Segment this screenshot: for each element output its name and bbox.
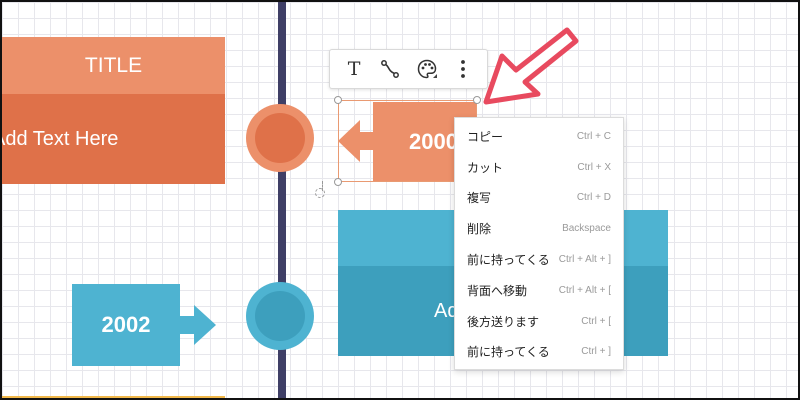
menu-item-label: コピー — [467, 129, 504, 144]
resize-handle-bottom-left[interactable] — [334, 178, 342, 186]
menu-item-shortcut: Ctrl + ] — [581, 346, 611, 358]
menu-item-duplicate[interactable]: 複写 Ctrl + D — [455, 183, 623, 214]
menu-item-shortcut: Ctrl + Alt + ] — [558, 254, 611, 266]
menu-item-shortcut: Ctrl + C — [576, 130, 611, 142]
menu-item-shortcut: Ctrl + Alt + [ — [558, 284, 611, 296]
yellow-card-edge[interactable] — [2, 396, 225, 398]
menu-item-bring-forward[interactable]: 前に持ってくる Ctrl + ] — [455, 337, 623, 368]
palette-icon — [417, 59, 437, 79]
menu-item-bring-to-front[interactable]: 前に持ってくる Ctrl + Alt + ] — [455, 244, 623, 275]
date-marker-second-arrow-head — [194, 305, 216, 345]
menu-item-send-to-back[interactable]: 背面へ移動 Ctrl + Alt + [ — [455, 275, 623, 306]
menu-item-label: 前に持ってくる — [467, 253, 550, 268]
timeline-node-blue[interactable] — [246, 282, 314, 350]
date-marker-second-text: 2002 — [101, 312, 151, 337]
menu-item-label: 前に持ってくる — [467, 345, 550, 360]
timeline-node-blue-inner — [255, 291, 305, 341]
context-menu: コピー Ctrl + C カット Ctrl + X 複写 Ctrl + D 削除… — [454, 117, 624, 370]
menu-item-send-backward[interactable]: 後方送ります Ctrl + [ — [455, 306, 623, 337]
menu-item-shortcut: Ctrl + D — [576, 192, 611, 204]
rotate-handle[interactable] — [315, 188, 325, 198]
text-icon: T — [347, 58, 361, 80]
color-button[interactable] — [413, 55, 441, 83]
menu-item-cut[interactable]: カット Ctrl + X — [455, 152, 623, 183]
title-card-title: TITLE — [84, 53, 143, 77]
menu-item-shortcut: Backspace — [562, 223, 611, 235]
resize-handle-top-left[interactable] — [334, 96, 342, 104]
timeline-node-orange[interactable] — [246, 104, 314, 172]
menu-item-shortcut: Ctrl + [ — [581, 315, 611, 327]
menu-item-label: 複写 — [467, 191, 492, 206]
floating-toolbar: T — [329, 49, 488, 89]
pointer-arrow-icon — [483, 27, 579, 105]
connector-icon — [381, 60, 400, 78]
connector-button[interactable] — [376, 55, 404, 83]
menu-item-label: カット — [467, 160, 504, 175]
text-button[interactable]: T — [340, 55, 368, 83]
menu-item-delete[interactable]: 削除 Backspace — [455, 213, 623, 244]
title-card-text: Add Text Here — [0, 127, 119, 150]
menu-item-shortcut: Ctrl + X — [577, 161, 611, 173]
timeline-node-orange-inner — [255, 113, 305, 163]
more-vertical-icon — [460, 60, 465, 78]
menu-item-label: 削除 — [467, 222, 492, 237]
title-card-header[interactable]: TITLE — [2, 37, 225, 94]
title-card-body[interactable]: Add Text Here — [2, 94, 225, 184]
menu-item-copy[interactable]: コピー Ctrl + C — [455, 121, 623, 152]
menu-item-label: 後方送ります — [467, 314, 540, 329]
editor-canvas[interactable]: TITLE Add Text Here 2000 Add Text Here 2… — [0, 0, 800, 400]
menu-item-label: 背面へ移動 — [467, 283, 528, 298]
date-marker-second[interactable]: 2002 — [72, 284, 180, 366]
